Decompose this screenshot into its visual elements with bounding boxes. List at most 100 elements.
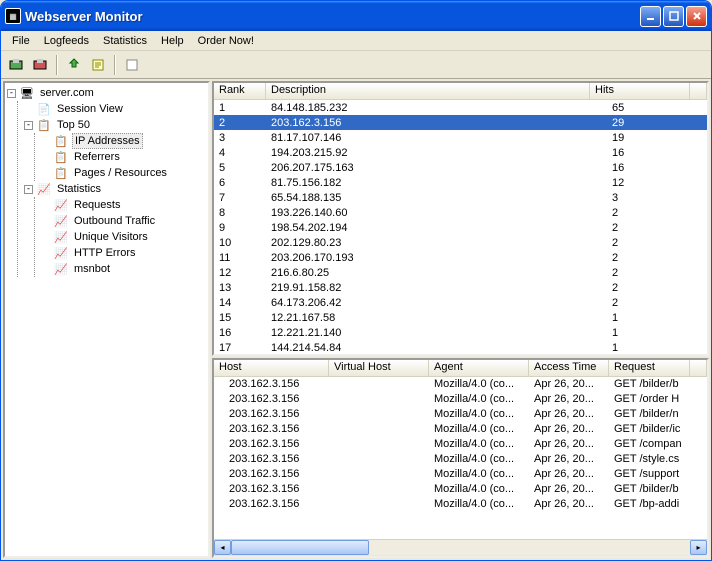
col-host[interactable]: Host: [214, 360, 329, 376]
tree-session-view[interactable]: 📄 Session View: [24, 101, 206, 117]
cell-desc: 84.148.185.232: [266, 102, 607, 114]
tree-top50[interactable]: - 📋 Top 50: [24, 117, 206, 133]
table-row[interactable]: 203.162.3.156Mozilla/4.0 (co...Apr 26, 2…: [214, 377, 707, 392]
horizontal-scrollbar[interactable]: ◂ ▸: [214, 539, 707, 556]
table-row[interactable]: 11203.206.170.1932: [214, 250, 707, 265]
menu-order[interactable]: Order Now!: [191, 33, 261, 49]
table-row[interactable]: 5206.207.175.16316: [214, 160, 707, 175]
table-row[interactable]: 203.162.3.156Mozilla/4.0 (co...Apr 26, 2…: [214, 422, 707, 437]
close-button[interactable]: [686, 6, 707, 27]
scroll-right-icon[interactable]: ▸: [690, 540, 707, 555]
tree-referrers[interactable]: 📋Referrers: [41, 149, 206, 165]
scroll-thumb[interactable]: [231, 540, 369, 555]
col-description[interactable]: Description: [266, 83, 590, 99]
table-row[interactable]: 9198.54.202.1942: [214, 220, 707, 235]
toolbar-separator: [56, 55, 58, 75]
cell-agent: Mozilla/4.0 (co...: [429, 498, 529, 510]
list-icon: 📋: [53, 133, 69, 149]
table-row[interactable]: 203.162.3.156Mozilla/4.0 (co...Apr 26, 2…: [214, 497, 707, 512]
cell-time: Apr 26, 20...: [529, 498, 609, 510]
cell-req: GET /support: [609, 468, 707, 480]
toolbar-btn-5[interactable]: [121, 54, 143, 76]
scroll-left-icon[interactable]: ◂: [214, 540, 231, 555]
table-row[interactable]: 10202.129.80.232: [214, 235, 707, 250]
table-row[interactable]: 1464.173.206.422: [214, 295, 707, 310]
bottom-grid-header: Host Virtual Host Agent Access Time Requ…: [214, 360, 707, 377]
collapse-icon[interactable]: -: [24, 121, 33, 130]
table-row[interactable]: 1512.21.167.581: [214, 310, 707, 325]
toolbar-btn-1[interactable]: [5, 54, 27, 76]
table-row[interactable]: 184.148.185.23265: [214, 100, 707, 115]
menu-statistics[interactable]: Statistics: [96, 33, 154, 49]
cell-desc: 193.226.140.60: [266, 207, 607, 219]
cell-desc: 64.173.206.42: [266, 297, 607, 309]
tree-requests[interactable]: 📈Requests: [41, 197, 206, 213]
titlebar[interactable]: ▦ Webserver Monitor: [1, 1, 711, 31]
toolbar-btn-4[interactable]: [87, 54, 109, 76]
top-grid-body[interactable]: 184.148.185.232652203.162.3.15629381.17.…: [214, 100, 707, 354]
bottom-grid-body[interactable]: 203.162.3.156Mozilla/4.0 (co...Apr 26, 2…: [214, 377, 707, 539]
table-row[interactable]: 203.162.3.156Mozilla/4.0 (co...Apr 26, 2…: [214, 437, 707, 452]
cell-host: 203.162.3.156: [214, 468, 329, 480]
toolbar-btn-2[interactable]: [29, 54, 51, 76]
cell-hits: 2: [607, 252, 707, 264]
cell-desc: 198.54.202.194: [266, 222, 607, 234]
table-row[interactable]: 203.162.3.156Mozilla/4.0 (co...Apr 26, 2…: [214, 467, 707, 482]
cell-rank: 2: [214, 117, 266, 129]
minimize-button[interactable]: [640, 6, 661, 27]
collapse-icon[interactable]: -: [24, 185, 33, 194]
cell-rank: 1: [214, 102, 266, 114]
table-row[interactable]: 203.162.3.156Mozilla/4.0 (co...Apr 26, 2…: [214, 407, 707, 422]
col-spacer: [690, 360, 707, 376]
cell-hits: 2: [607, 282, 707, 294]
chart-icon: 📈: [53, 229, 69, 245]
cell-req: GET /bilder/b: [609, 483, 707, 495]
table-row[interactable]: 13219.91.158.822: [214, 280, 707, 295]
table-row[interactable]: 12216.6.80.252: [214, 265, 707, 280]
table-row[interactable]: 203.162.3.156Mozilla/4.0 (co...Apr 26, 2…: [214, 392, 707, 407]
maximize-button[interactable]: [663, 6, 684, 27]
table-row[interactable]: 381.17.107.14619: [214, 130, 707, 145]
col-vhost[interactable]: Virtual Host: [329, 360, 429, 376]
table-row[interactable]: 765.54.188.1353: [214, 190, 707, 205]
cell-rank: 17: [214, 342, 266, 354]
table-row[interactable]: 203.162.3.156Mozilla/4.0 (co...Apr 26, 2…: [214, 452, 707, 467]
menu-logfeeds[interactable]: Logfeeds: [37, 33, 96, 49]
menu-file[interactable]: File: [5, 33, 37, 49]
cell-host: 203.162.3.156: [214, 483, 329, 495]
cell-rank: 16: [214, 327, 266, 339]
tree-statistics[interactable]: - 📈 Statistics: [24, 181, 206, 197]
col-agent[interactable]: Agent: [429, 360, 529, 376]
table-row[interactable]: 17144.214.54.841: [214, 340, 707, 354]
menu-help[interactable]: Help: [154, 33, 191, 49]
table-row[interactable]: 8193.226.140.602: [214, 205, 707, 220]
tree-root[interactable]: - 🖥 server.com: [7, 85, 206, 101]
toolbar-btn-3[interactable]: [63, 54, 85, 76]
col-hits[interactable]: Hits: [590, 83, 690, 99]
tree-msnbot[interactable]: 📈msnbot: [41, 261, 206, 277]
table-row[interactable]: 203.162.3.156Mozilla/4.0 (co...Apr 26, 2…: [214, 482, 707, 497]
cell-rank: 7: [214, 192, 266, 204]
tree-panel[interactable]: - 🖥 server.com 📄 Session View - 📋 Top 50…: [3, 81, 210, 558]
cell-host: 203.162.3.156: [214, 378, 329, 390]
col-rank[interactable]: Rank: [214, 83, 266, 99]
col-request[interactable]: Request: [609, 360, 690, 376]
bottom-grid[interactable]: Host Virtual Host Agent Access Time Requ…: [212, 358, 709, 558]
table-row[interactable]: 4194.203.215.9216: [214, 145, 707, 160]
tree-errors[interactable]: 📈HTTP Errors: [41, 245, 206, 261]
tree-unique[interactable]: 📈Unique Visitors: [41, 229, 206, 245]
table-row[interactable]: 681.75.156.18212: [214, 175, 707, 190]
table-row[interactable]: 1612.221.21.1401: [214, 325, 707, 340]
cell-time: Apr 26, 20...: [529, 423, 609, 435]
cell-rank: 11: [214, 252, 266, 264]
tree-outbound[interactable]: 📈Outbound Traffic: [41, 213, 206, 229]
cell-host: 203.162.3.156: [214, 393, 329, 405]
collapse-icon[interactable]: -: [7, 89, 16, 98]
cell-agent: Mozilla/4.0 (co...: [429, 468, 529, 480]
top-grid[interactable]: Rank Description Hits 184.148.185.232652…: [212, 81, 709, 356]
tree-pages[interactable]: 📋Pages / Resources: [41, 165, 206, 181]
table-row[interactable]: 2203.162.3.15629: [214, 115, 707, 130]
tree-ip-addresses[interactable]: 📋IP Addresses: [41, 133, 206, 149]
col-access[interactable]: Access Time: [529, 360, 609, 376]
cell-req: GET /bp-addi: [609, 498, 707, 510]
